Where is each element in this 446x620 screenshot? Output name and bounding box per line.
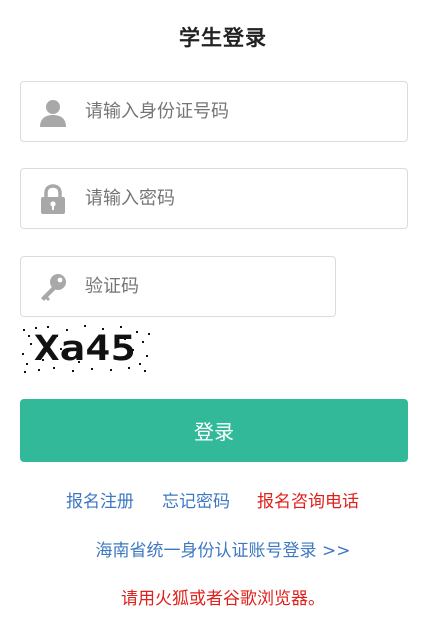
captcha-field[interactable] (20, 256, 336, 317)
hotline-link[interactable]: 报名咨询电话 (257, 487, 359, 512)
forgot-password-link[interactable]: 忘记密码 (162, 487, 230, 512)
unified-login-link[interactable]: 海南省统一身份认证账号登录 >> (0, 536, 446, 561)
id-number-field[interactable] (20, 81, 408, 142)
captcha-input[interactable] (85, 257, 315, 316)
login-button[interactable]: 登录 (20, 399, 408, 462)
lock-icon (41, 184, 65, 214)
register-link[interactable]: 报名注册 (66, 487, 134, 512)
captcha-code: Xa45 (34, 329, 136, 369)
footer-links: 报名注册 忘记密码 报名咨询电话 (0, 487, 446, 513)
user-icon (40, 100, 66, 127)
captcha-noise: Xa45 (20, 323, 150, 374)
browser-notice: 请用火狐或者谷歌浏览器。 (121, 589, 325, 609)
id-number-input[interactable] (85, 82, 385, 141)
password-field[interactable] (20, 168, 408, 229)
page-title: 学生登录 (179, 26, 267, 50)
key-icon (41, 274, 66, 301)
password-input[interactable] (85, 169, 385, 228)
captcha-image[interactable]: Xa45 (20, 323, 150, 374)
